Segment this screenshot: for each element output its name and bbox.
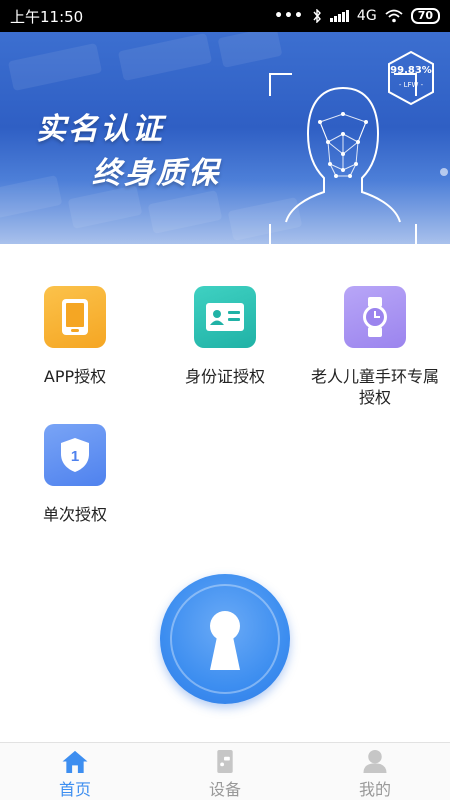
- lfw-accuracy-badge: 99.83% - LFW -: [386, 50, 436, 106]
- nav-home[interactable]: 首页: [0, 743, 150, 800]
- battery-icon: 70: [410, 8, 440, 24]
- nav-mine[interactable]: 我的: [300, 743, 450, 800]
- bottom-nav: 首页 设备 我的: [0, 742, 450, 800]
- id-card-icon: [194, 286, 256, 348]
- unlock-button[interactable]: [160, 574, 290, 704]
- lfw-label: - LFW -: [398, 81, 424, 89]
- nav-mine-label: 我的: [358, 780, 391, 799]
- home-icon: [62, 750, 88, 774]
- status-icons: ••• 4G 70: [274, 8, 440, 24]
- app-auth-item[interactable]: APP授权: [0, 286, 150, 387]
- banner-title-line2: 终身质保: [92, 156, 220, 191]
- svg-text:1: 1: [71, 448, 79, 465]
- user-icon: [363, 749, 387, 774]
- watch-auth-label: 老人儿童手环专属授权: [310, 367, 439, 407]
- more-dots-icon: •••: [274, 8, 304, 24]
- lfw-percent: 99.83%: [390, 65, 432, 76]
- app-auth-label: APP授权: [43, 367, 107, 386]
- status-time: 上午11:50: [10, 7, 84, 26]
- nav-device[interactable]: 设备: [150, 743, 300, 800]
- single-auth-label: 单次授权: [42, 505, 107, 524]
- id-card-auth-label: 身份证授权: [184, 367, 265, 386]
- nav-device-label: 设备: [208, 780, 241, 799]
- network-type: 4G: [356, 8, 377, 24]
- promo-banner[interactable]: 实名认证 终身质保 99.83% - LFW -: [0, 32, 450, 244]
- signal-icon: [329, 10, 349, 22]
- nav-home-label: 首页: [58, 780, 91, 799]
- watch-icon: [344, 286, 406, 348]
- id-card-auth-item[interactable]: 身份证授权: [150, 286, 300, 387]
- phone-icon: [44, 286, 106, 348]
- banner-title-line1: 实名认证: [36, 112, 164, 147]
- single-auth-item[interactable]: 1 单次授权: [0, 424, 150, 525]
- watch-auth-item[interactable]: 老人儿童手环专属授权: [300, 286, 450, 408]
- wifi-icon: [385, 9, 403, 23]
- hexagon-icon: [388, 50, 434, 106]
- bluetooth-icon: [313, 9, 321, 23]
- device-icon: [217, 749, 233, 774]
- keyhole-icon: [210, 611, 240, 670]
- shield-icon: 1: [44, 424, 106, 486]
- status-bar: 上午11:50 ••• 4G 70: [0, 0, 450, 32]
